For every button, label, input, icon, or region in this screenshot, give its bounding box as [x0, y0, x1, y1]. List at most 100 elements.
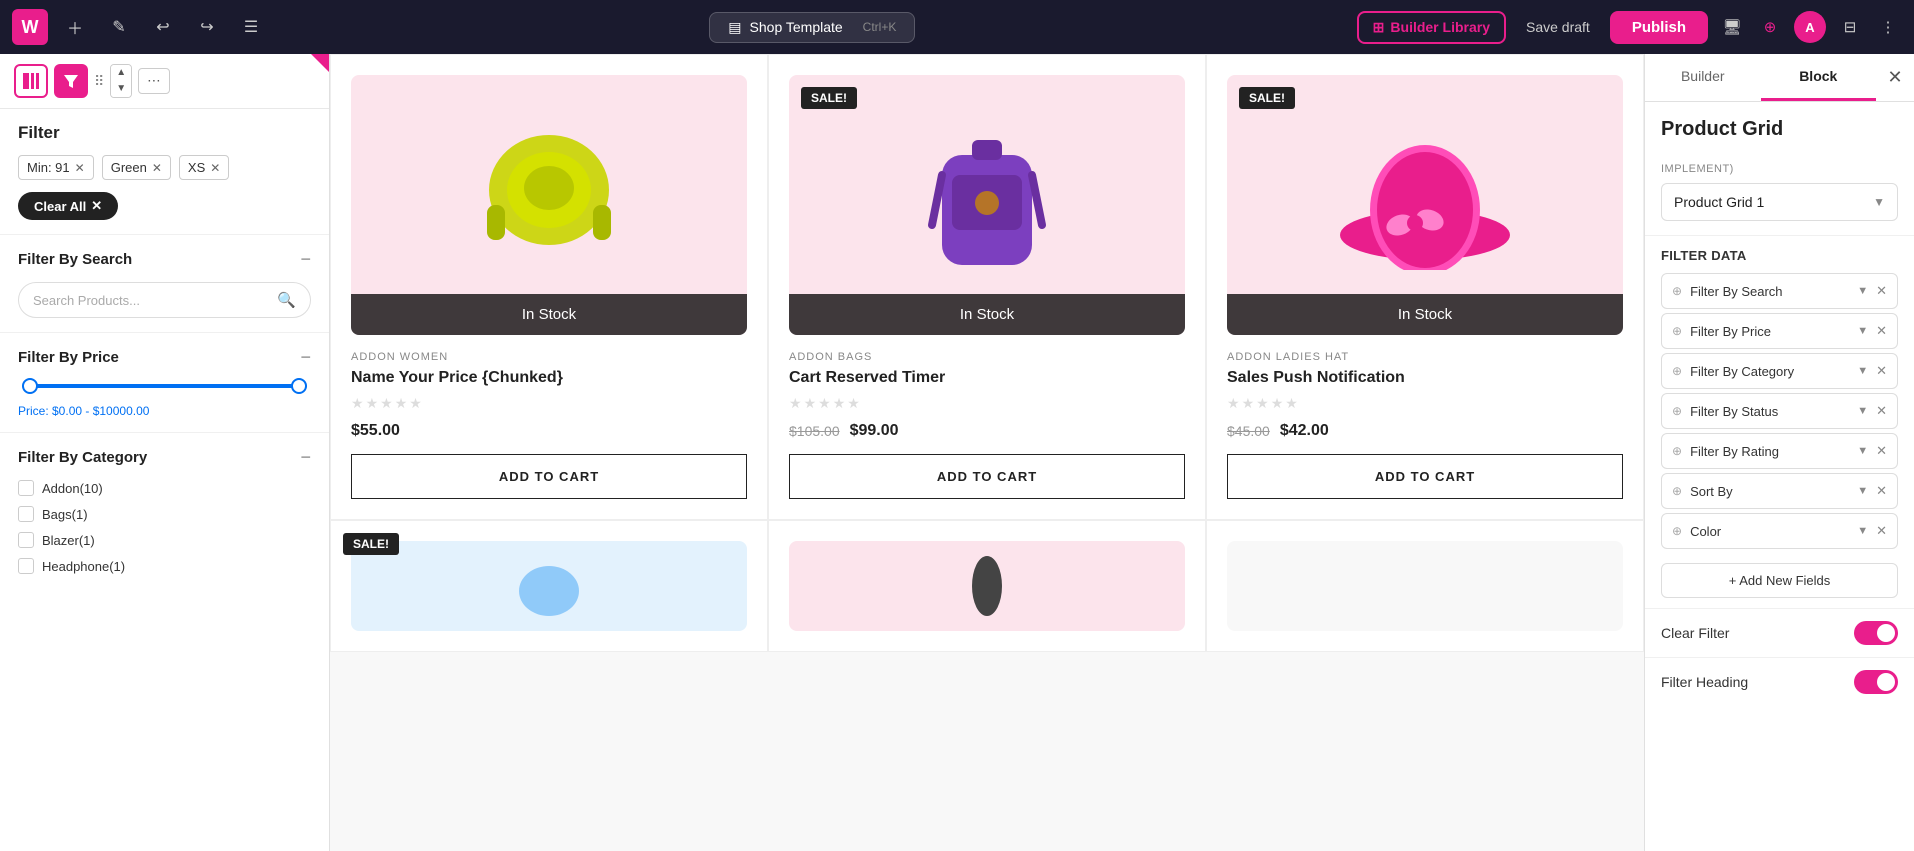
expand-rating-icon[interactable]: ▼	[1857, 445, 1868, 457]
close-panel-button[interactable]: ✕	[1876, 59, 1914, 97]
collapse-category-icon[interactable]: −	[300, 447, 311, 468]
product-name-1: Name Your Price {Chunked}	[351, 369, 747, 387]
tab-block[interactable]: Block	[1761, 54, 1877, 101]
category-item-headphone[interactable]: Headphone(1)	[18, 558, 311, 574]
drag-icon-sortby[interactable]: ⊕	[1672, 484, 1682, 498]
woo-icon[interactable]: ⊕	[1756, 13, 1784, 41]
category-item-addon[interactable]: Addon(10)	[18, 480, 311, 496]
drag-icon-rating[interactable]: ⊕	[1672, 444, 1682, 458]
order-arrows[interactable]: ▲ ▼	[110, 64, 132, 98]
checkbox-bags[interactable]	[18, 506, 34, 522]
right-panel: Builder Block ✕ Product Grid IMPLEMENT) …	[1644, 54, 1914, 851]
product-name-2: Cart Reserved Timer	[789, 369, 1185, 387]
expand-search-icon[interactable]: ▼	[1857, 285, 1868, 297]
category-item-blazer[interactable]: Blazer(1)	[18, 532, 311, 548]
add-to-cart-button-3[interactable]: ADD TO CART	[1227, 454, 1623, 499]
add-to-cart-button-2[interactable]: ADD TO CART	[789, 454, 1185, 499]
price-original-3: $45.00	[1227, 423, 1270, 439]
remove-price-filter-button[interactable]: ✕	[1876, 323, 1887, 339]
drag-icon-color[interactable]: ⊕	[1672, 524, 1682, 538]
price-label: Price: $0.00 - $10000.00	[18, 404, 311, 418]
select-arrow-icon: ▼	[1873, 195, 1885, 209]
drag-icon-search[interactable]: ⊕	[1672, 284, 1682, 298]
clear-filter-toggle[interactable]	[1854, 621, 1898, 645]
arrow-up-button[interactable]: ▲	[111, 65, 131, 81]
expand-category-icon[interactable]: ▼	[1857, 365, 1868, 377]
save-draft-button[interactable]: Save draft	[1516, 13, 1600, 41]
shortcut-label: Ctrl+K	[863, 20, 897, 34]
desktop-icon[interactable]: 🖥	[1718, 13, 1746, 41]
search-icon[interactable]: 🔍	[277, 291, 296, 309]
grid-view-button[interactable]	[14, 64, 48, 98]
tab-builder[interactable]: Builder	[1645, 54, 1761, 101]
drag-icon-category[interactable]: ⊕	[1672, 364, 1682, 378]
remove-min91-button[interactable]: ✕	[75, 161, 85, 175]
active-filters: Min: 91 ✕ Green ✕ XS ✕	[18, 155, 311, 180]
price-slider-track[interactable]	[22, 384, 307, 388]
more-options-button[interactable]: ⋯	[138, 68, 169, 94]
filter-row-status: ⊕ Filter By Status ▼ ✕	[1661, 393, 1898, 429]
filter-heading-toggle[interactable]	[1854, 670, 1898, 694]
filter-toggle-button[interactable]	[54, 64, 88, 98]
price-slider-thumb-left[interactable]	[22, 378, 38, 394]
publish-button[interactable]: Publish	[1610, 11, 1708, 44]
remove-xs-button[interactable]: ✕	[210, 161, 220, 175]
expand-color-icon[interactable]: ▼	[1857, 525, 1868, 537]
collapse-price-icon[interactable]: −	[300, 347, 311, 368]
remove-status-filter-button[interactable]: ✕	[1876, 403, 1887, 419]
remove-sortby-filter-button[interactable]: ✕	[1876, 483, 1887, 499]
layout-icon[interactable]: ⊟	[1836, 13, 1864, 41]
corner-triangle-decoration	[311, 54, 329, 72]
filter-category-heading: Filter By Category −	[18, 447, 311, 468]
edit-button[interactable]: ✎	[102, 10, 136, 44]
add-to-cart-button-1[interactable]: ADD TO CART	[351, 454, 747, 499]
product-card-1: In Stock ADDON WOMEN Name Your Price {Ch…	[330, 54, 768, 520]
clear-all-button[interactable]: Clear All ✕	[18, 192, 118, 220]
checkbox-headphone[interactable]	[18, 558, 34, 574]
menu-button[interactable]: ☰	[234, 10, 268, 44]
price-range[interactable]: Price: $0.00 - $10000.00	[18, 384, 311, 418]
avatar[interactable]: A	[1794, 11, 1826, 43]
toggle-knob-heading	[1877, 673, 1895, 691]
category-list: Addon(10) Bags(1) Blazer(1) Headphone(1)	[18, 480, 311, 574]
price-slider-thumb-right[interactable]	[291, 378, 307, 394]
product-price-1: $55.00	[351, 422, 747, 440]
remove-green-button[interactable]: ✕	[152, 161, 162, 175]
undo-button[interactable]: ↩	[146, 10, 180, 44]
collapse-search-icon[interactable]: −	[300, 249, 311, 270]
remove-category-filter-button[interactable]: ✕	[1876, 363, 1887, 379]
expand-price-icon[interactable]: ▼	[1857, 325, 1868, 337]
expand-sortby-icon[interactable]: ▼	[1857, 485, 1868, 497]
filter-row-category-label: Filter By Category	[1690, 364, 1849, 379]
bottom-card-2	[768, 520, 1206, 652]
main-layout: ⠿ ▲ ▼ ⋯ Filter Min: 91 ✕ Green ✕	[0, 54, 1914, 851]
remove-search-filter-button[interactable]: ✕	[1876, 283, 1887, 299]
filter-tag-xs: XS ✕	[179, 155, 229, 180]
category-item-bags[interactable]: Bags(1)	[18, 506, 311, 522]
builder-library-button[interactable]: ⊞ Builder Library	[1357, 11, 1506, 44]
drag-icon-price[interactable]: ⊕	[1672, 324, 1682, 338]
product-rating-1: ★ ★ ★ ★ ★	[351, 395, 747, 412]
search-input[interactable]	[33, 293, 269, 308]
filter-row-color: ⊕ Color ▼ ✕	[1661, 513, 1898, 549]
add-new-fields-button[interactable]: + Add New Fields	[1661, 563, 1898, 598]
in-stock-label-1: In Stock	[351, 294, 747, 335]
more-options-icon[interactable]: ⋮	[1874, 13, 1902, 41]
implement-select[interactable]: Product Grid 1 ▼	[1661, 183, 1898, 221]
filter-row-sortby-label: Sort By	[1690, 484, 1849, 499]
remove-color-filter-button[interactable]: ✕	[1876, 523, 1887, 539]
drag-icon-status[interactable]: ⊕	[1672, 404, 1682, 418]
bottom-product-svg-1	[509, 551, 589, 621]
template-name-button[interactable]: ▤ Shop Template Ctrl+K	[709, 12, 915, 43]
search-box[interactable]: 🔍	[18, 282, 311, 318]
price-original-2: $105.00	[789, 423, 840, 439]
redo-button[interactable]: ↪	[190, 10, 224, 44]
checkbox-addon[interactable]	[18, 480, 34, 496]
remove-rating-filter-button[interactable]: ✕	[1876, 443, 1887, 459]
checkbox-blazer[interactable]	[18, 532, 34, 548]
arrow-down-button[interactable]: ▼	[111, 81, 131, 97]
product-image-1: In Stock	[351, 75, 747, 335]
expand-status-icon[interactable]: ▼	[1857, 405, 1868, 417]
filter-heading-toggle-row: Filter Heading	[1645, 657, 1914, 706]
add-button[interactable]: ＋	[58, 10, 92, 44]
